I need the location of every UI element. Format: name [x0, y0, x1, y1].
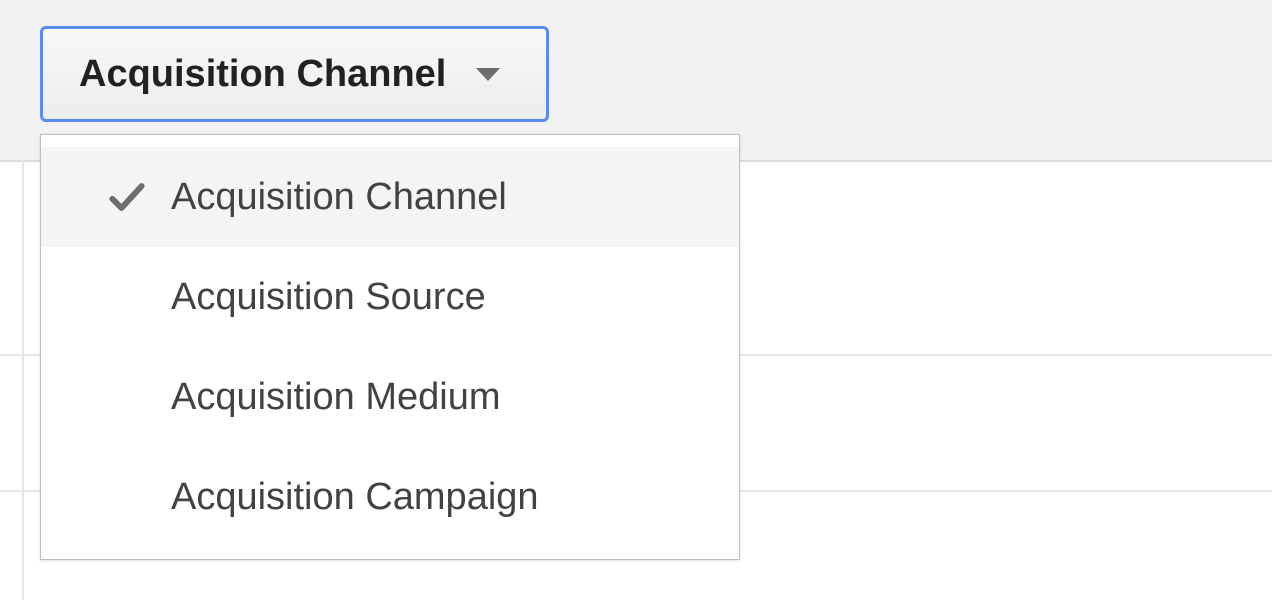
dimension-selector-button[interactable]: Acquisition Channel — [40, 26, 549, 122]
dimension-option-acquisition-source[interactable]: Acquisition Source — [41, 247, 739, 347]
chevron-down-icon — [476, 68, 500, 81]
dimension-option-label: Acquisition Source — [171, 276, 486, 319]
dimension-option-acquisition-campaign[interactable]: Acquisition Campaign — [41, 447, 739, 547]
dimension-selector-menu: Acquisition Channel Acquisition Source A… — [40, 134, 740, 560]
dimension-option-acquisition-channel[interactable]: Acquisition Channel — [41, 147, 739, 247]
dimension-selector-label: Acquisition Channel — [79, 53, 446, 96]
check-icon — [105, 175, 149, 219]
dimension-option-acquisition-medium[interactable]: Acquisition Medium — [41, 347, 739, 447]
dimension-option-label: Acquisition Campaign — [171, 476, 539, 519]
dimension-option-label: Acquisition Medium — [171, 376, 500, 419]
dimension-option-label: Acquisition Channel — [171, 176, 507, 219]
table-column-divider — [22, 160, 24, 600]
